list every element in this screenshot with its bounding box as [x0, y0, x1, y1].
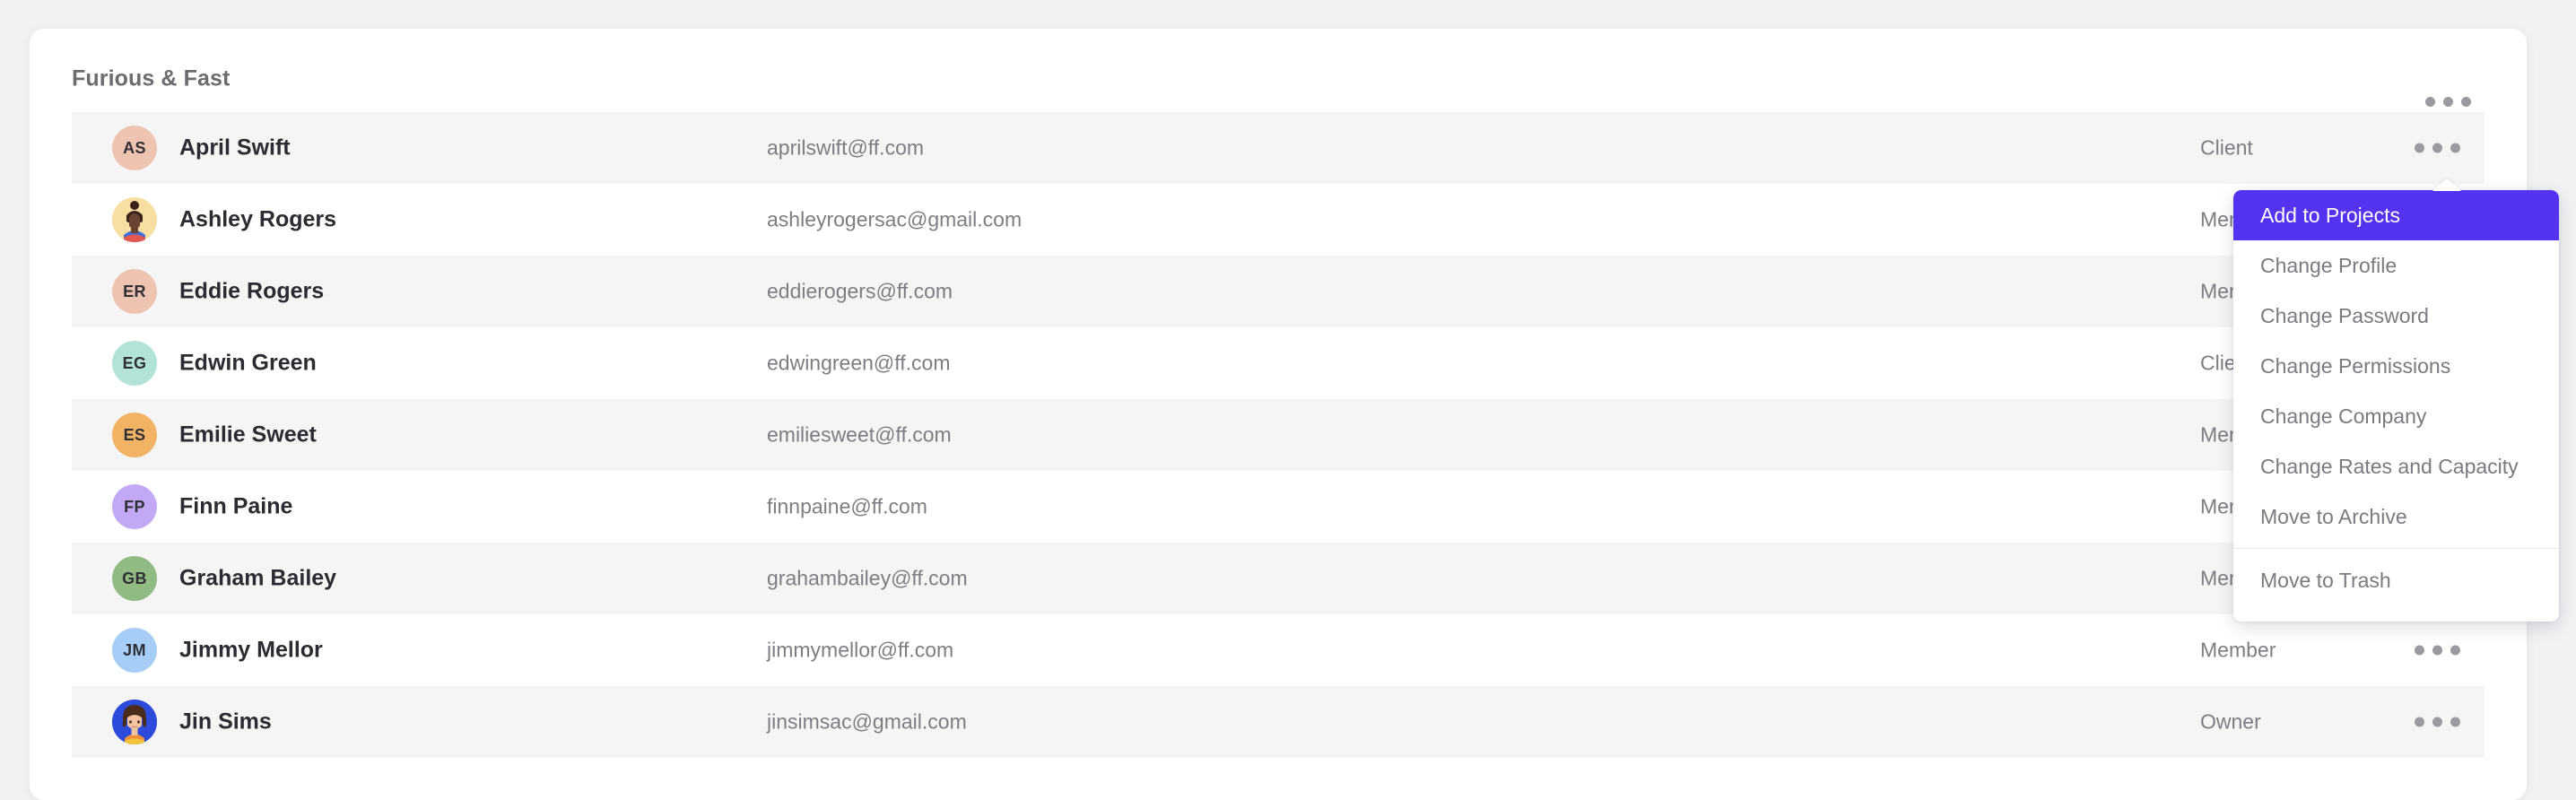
ellipsis-icon-dot [2443, 97, 2453, 107]
member-role: Client [2200, 135, 2253, 160]
member-role: Owner [2200, 709, 2261, 734]
table-row[interactable]: EREddie Rogerseddierogers@ff.comMember [72, 256, 2485, 327]
row-overflow-menu-button[interactable] [2415, 143, 2460, 153]
menu-item[interactable]: Change Profile [2233, 240, 2559, 291]
table-row[interactable]: JM Jimmy Mellor jimmymellor@ff.com Member [72, 614, 2485, 686]
ellipsis-icon-dot [2415, 143, 2424, 153]
context-menu-items: Add to Projects Change Profile Change Pass… [2233, 190, 2559, 542]
ellipsis-icon-dot [2450, 717, 2460, 727]
member-email: ashleyrogersac@gmail.com [767, 207, 1023, 231]
table-row[interactable]: Jin Sims jinsimsac@gmail.com Owner [72, 686, 2485, 758]
card-overflow-menu-button[interactable] [2425, 97, 2471, 107]
ellipsis-icon-dot [2415, 717, 2424, 727]
member-email: eddierogers@ff.com [767, 279, 953, 303]
table-row[interactable]: GBGraham Baileygrahambailey@ff.comMember [72, 543, 2485, 614]
menu-item[interactable]: Change Rates and Capacity [2233, 441, 2559, 491]
avatar: JM [112, 628, 157, 673]
page-left-gutter [0, 0, 30, 766]
menu-item[interactable]: Move to Archive [2233, 491, 2559, 542]
member-name: Graham Bailey [179, 565, 337, 591]
member-email: edwingreen@ff.com [767, 351, 951, 375]
context-menu-danger-items: Move to Trash [2233, 555, 2559, 605]
card-header: Furious & Fast [30, 29, 2527, 112]
members-list: AS April Swift aprilswift@ff.com Client Ashl… [72, 112, 2485, 758]
team-members-card: Furious & Fast AS April Swift aprilswift@f… [30, 29, 2527, 800]
member-email: emiliesweet@ff.com [767, 422, 952, 447]
menu-item[interactable]: Change Password [2233, 291, 2559, 341]
member-name: Finn Paine [179, 493, 293, 519]
member-name: Eddie Rogers [179, 278, 325, 304]
avatar: FP [112, 484, 157, 529]
row-overflow-menu-button[interactable] [2415, 717, 2460, 727]
table-row[interactable]: Ashley Rogersashleyrogersac@gmail.comMem… [72, 184, 2485, 256]
ellipsis-icon-dot [2450, 143, 2460, 153]
table-row[interactable]: ESEmilie Sweetemiliesweet@ff.comMember [72, 399, 2485, 471]
row-context-menu: Add to Projects Change Profile Change Pass… [2233, 178, 2559, 622]
ellipsis-icon-dot [2415, 645, 2424, 656]
popover-arrow [2432, 178, 2461, 191]
member-name: Ashley Rogers [179, 206, 337, 232]
member-role: Member [2200, 638, 2276, 662]
member-email: jinsimsac@gmail.com [767, 709, 967, 734]
member-email: grahambailey@ff.com [767, 566, 968, 590]
ellipsis-icon-dot [2450, 645, 2460, 656]
ellipsis-icon-dot [2432, 143, 2442, 153]
member-name: Edwin Green [179, 350, 317, 376]
menu-item[interactable]: Add to Projects [2233, 190, 2559, 240]
ellipsis-icon-dot [2461, 97, 2471, 107]
avatar [112, 197, 157, 242]
member-name: Jin Sims [179, 709, 272, 735]
menu-divider [2233, 548, 2559, 549]
ellipsis-icon-dot [2432, 645, 2442, 656]
menu-item[interactable]: Change Company [2233, 391, 2559, 441]
ellipsis-icon-dot [2425, 97, 2435, 107]
menu-item[interactable]: Change Permissions [2233, 341, 2559, 391]
table-row[interactable]: EG Edwin Green edwingreen@ff.com Client [72, 327, 2485, 399]
avatar [112, 700, 157, 744]
avatar: ER [112, 269, 157, 314]
row-overflow-menu-button[interactable] [2415, 645, 2460, 656]
table-row[interactable]: AS April Swift aprilswift@ff.com Client [72, 112, 2485, 184]
ellipsis-icon-dot [2432, 717, 2442, 727]
page-title: Furious & Fast [72, 65, 231, 91]
table-row[interactable]: FPFinn Painefinnpaine@ff.comMember [72, 471, 2485, 543]
avatar: GB [112, 556, 157, 601]
member-email: aprilswift@ff.com [767, 135, 925, 160]
member-email: finnpaine@ff.com [767, 494, 927, 518]
avatar: ES [112, 413, 157, 457]
avatar: EG [112, 341, 157, 386]
menu-item[interactable]: Move to Trash [2233, 555, 2559, 605]
avatar: AS [112, 126, 157, 170]
member-name: April Swift [179, 135, 291, 161]
member-email: jimmymellor@ff.com [767, 638, 954, 662]
member-name: Jimmy Mellor [179, 637, 323, 663]
member-name: Emilie Sweet [179, 422, 317, 448]
